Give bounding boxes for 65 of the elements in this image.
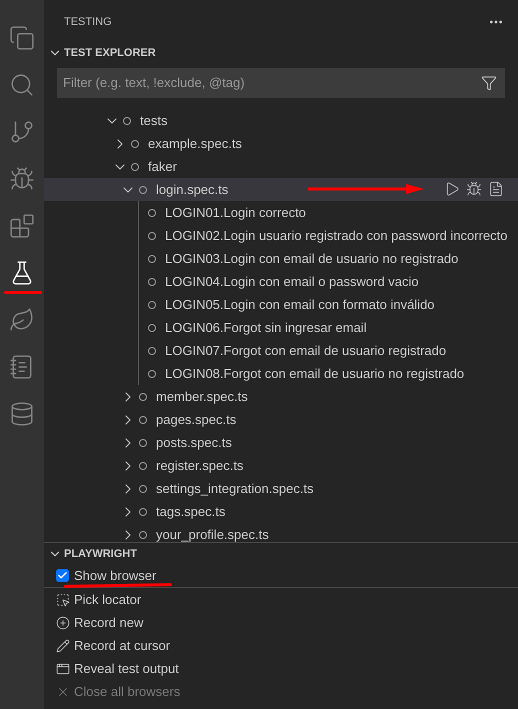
database-icon[interactable] <box>9 400 35 426</box>
search-icon[interactable] <box>9 72 35 98</box>
tree-item[interactable]: posts.spec.ts <box>44 431 518 454</box>
plus-circle-icon <box>56 616 70 630</box>
section-header[interactable]: TEST EXPLORER <box>44 44 518 62</box>
tree-item-label: posts.spec.ts <box>156 434 232 452</box>
bug-icon[interactable] <box>9 166 35 192</box>
filter-icon[interactable] <box>481 75 497 91</box>
tree-item-label: settings_integration.spec.ts <box>156 480 314 498</box>
tree-item[interactable]: tags.spec.ts <box>44 500 518 523</box>
tree-item-label: LOGIN02.Login usuario registrado con password incorrecto <box>165 226 508 245</box>
tree-item[interactable]: faker <box>44 155 518 178</box>
tree-item[interactable]: pages.spec.ts <box>44 408 518 431</box>
tree-item[interactable]: your_profile.spec.ts <box>44 523 518 542</box>
pencil-icon <box>56 638 70 652</box>
tree-item[interactable]: register.spec.ts <box>44 454 518 477</box>
tree-item-label: example.spec.ts <box>148 134 242 153</box>
action-link[interactable]: Record new <box>74 612 144 632</box>
tree-item-label: LOGIN03.Login con email de usuario no registrado <box>165 250 458 268</box>
tree-item[interactable]: example.spec.ts <box>44 132 518 155</box>
tree-item-label: LOGIN07.Forgot con email de usuario registrado <box>165 342 446 360</box>
leaf-icon[interactable] <box>9 306 35 332</box>
tree-item[interactable]: LOGIN05.Login con email con formato inválido <box>44 293 518 316</box>
tree-item-label: tests <box>140 112 168 130</box>
tree-item[interactable]: LOGIN01.Login correcto <box>44 201 518 224</box>
tree-item[interactable]: member.spec.ts <box>44 385 518 408</box>
action-link[interactable]: Reveal test output <box>74 658 179 678</box>
action-link[interactable]: Record at cursor <box>74 636 170 656</box>
files-icon[interactable] <box>9 24 35 50</box>
checkbox-label[interactable]: Show browser <box>74 566 156 586</box>
tree-item-label: LOGIN04.Login con email o password vacio <box>165 272 419 291</box>
tree-item-label: pages.spec.ts <box>156 410 236 429</box>
run-icon[interactable] <box>444 181 460 197</box>
tree-item-label: your_profile.spec.ts <box>156 526 269 542</box>
tree-item-label: tags.spec.ts <box>156 502 226 521</box>
tree-item-label: register.spec.ts <box>156 456 244 475</box>
tree-item[interactable]: settings_integration.spec.ts <box>44 477 518 500</box>
tree-item-label: LOGIN08.Forgot con email de usuario no registrado <box>165 364 464 383</box>
tree-item-label: member.spec.ts <box>156 388 248 406</box>
tree-item[interactable]: LOGIN06.Forgot sin ingresar email <box>44 316 518 339</box>
tree-item[interactable]: tests <box>44 109 518 132</box>
tree-item-label: login.spec.ts <box>156 180 228 199</box>
action-link[interactable]: Pick locator <box>74 590 142 610</box>
sidebar-title: TESTING <box>64 14 112 30</box>
open-file-icon[interactable] <box>488 181 504 197</box>
tree-item-label: LOGIN01.Login correcto <box>165 204 306 222</box>
filter-field[interactable]: Filter (e.g. text, !exclude, @tag) <box>57 68 505 98</box>
branch-icon[interactable] <box>9 118 35 144</box>
debug-icon[interactable] <box>466 181 482 197</box>
tree-item[interactable]: LOGIN07.Forgot con email de usuario registrado <box>44 339 518 362</box>
tree-item[interactable]: login.spec.ts <box>44 178 518 201</box>
section-header[interactable]: PLAYWRIGHT <box>44 544 518 564</box>
tree-item-label: faker <box>148 158 177 176</box>
tree-item[interactable]: LOGIN08.Forgot con email de usuario no registrado <box>44 362 518 385</box>
blocks-icon[interactable] <box>9 212 35 238</box>
tree-item-label: LOGIN05.Login con email con formato inválido <box>165 296 435 314</box>
checkbox[interactable] <box>56 569 69 582</box>
tree-item[interactable]: LOGIN03.Login con email de usuario no registrado <box>44 247 518 270</box>
pointer-icon <box>56 592 70 606</box>
tree-item[interactable]: LOGIN02.Login usuario registrado con password incorrecto <box>44 224 518 247</box>
tree-item-label: LOGIN06.Forgot sin ingresar email <box>165 318 367 337</box>
filter-input[interactable]: Filter (e.g. text, !exclude, @tag) <box>63 73 481 93</box>
annotation-underline <box>4 291 42 294</box>
window-icon <box>56 662 70 676</box>
tree-item[interactable]: LOGIN04.Login con email o password vacio <box>44 270 518 293</box>
